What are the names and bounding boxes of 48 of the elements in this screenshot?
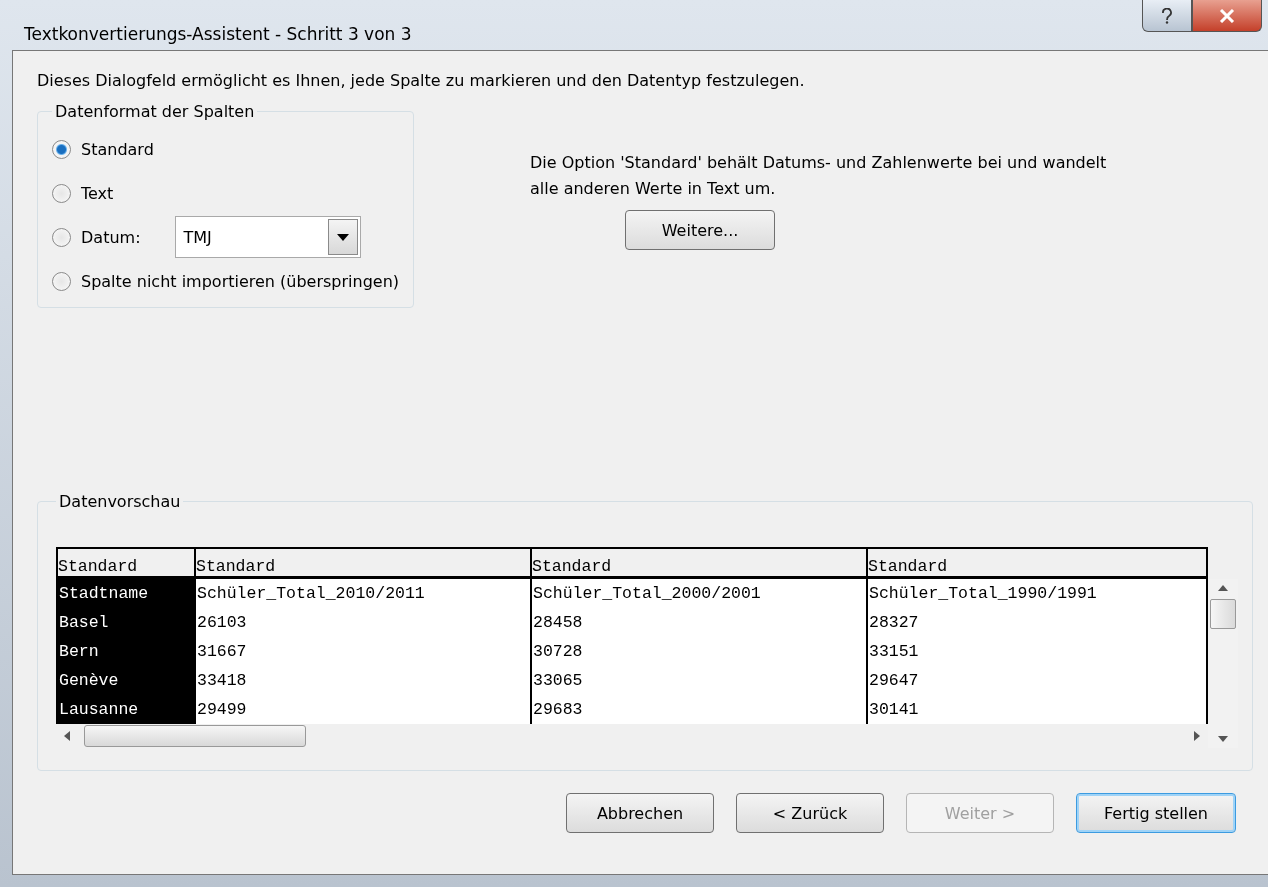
table-cell: Basel xyxy=(58,608,196,637)
scroll-left-icon xyxy=(64,731,70,741)
radio-label[interactable]: Standard xyxy=(81,139,154,159)
column-type-header[interactable]: Standard xyxy=(868,549,1206,579)
radio-button[interactable] xyxy=(52,227,71,247)
table-cell: 31667 xyxy=(196,637,532,666)
scroll-up-icon xyxy=(1218,585,1228,591)
table-cell: Schüler_Total_2010/2011 xyxy=(196,579,532,608)
table-cell: Bern xyxy=(58,637,196,666)
more-button[interactable]: Weitere... xyxy=(625,210,776,250)
column-type-header[interactable]: Standard xyxy=(532,549,868,579)
dialog-button[interactable]: Fertig stellen xyxy=(1076,793,1236,833)
window-title: Textkonvertierungs-Assistent - Schritt 3 von 3 xyxy=(24,24,412,44)
radio-button[interactable] xyxy=(52,183,71,203)
table-cell: Lausanne xyxy=(58,695,196,724)
table-cell: Genève xyxy=(58,666,196,695)
table-cell: Stadtname xyxy=(58,579,196,608)
radio-label[interactable]: Datum: xyxy=(81,227,141,247)
scrollbar-thumb[interactable] xyxy=(84,725,306,747)
dialog-button[interactable]: < Zurück xyxy=(736,793,884,833)
radio-button[interactable] xyxy=(52,139,71,159)
date-format-select[interactable]: TMJ xyxy=(174,216,361,258)
group-legend: Datenvorschau xyxy=(56,492,184,511)
group-legend: Datenformat der Spalten xyxy=(52,102,258,121)
table-cell: 30728 xyxy=(532,637,868,666)
radio-label[interactable]: Text xyxy=(81,183,114,203)
close-icon xyxy=(1219,8,1235,23)
table-cell: 29683 xyxy=(532,695,868,724)
help-icon xyxy=(1161,7,1173,24)
scroll-right-icon xyxy=(1194,731,1200,741)
table-cell: 29499 xyxy=(196,695,532,724)
intro-text: Dieses Dialogfeld ermöglicht es Ihnen, jede Spalte zu markieren und den Datentyp festzulegen. xyxy=(37,71,806,90)
table-cell: 26103 xyxy=(196,608,532,637)
table-cell: Schüler_Total_2000/2001 xyxy=(532,579,868,608)
table-cell: 33418 xyxy=(196,666,532,695)
table-cell: 28458 xyxy=(532,608,868,637)
column-type-header[interactable]: Standard xyxy=(196,549,532,579)
scrollbar-thumb[interactable] xyxy=(1210,598,1236,629)
scroll-down-icon xyxy=(1218,736,1228,742)
help-button[interactable] xyxy=(1142,0,1192,32)
close-button[interactable] xyxy=(1192,0,1262,32)
column-type-header[interactable]: Standard xyxy=(58,549,196,579)
description-text: Die Option 'Standard' behält Datums- und Zahlenwerte bei und wandelt alle anderen Werte in Text um. xyxy=(530,152,1108,200)
dropdown-arrow-icon xyxy=(336,233,349,241)
radio-label[interactable]: Spalte nicht importieren (überspringen) xyxy=(81,271,400,291)
dialog-button[interactable]: Abbrechen xyxy=(566,793,714,833)
radio-button[interactable] xyxy=(52,271,71,291)
table-cell: 33065 xyxy=(532,666,868,695)
